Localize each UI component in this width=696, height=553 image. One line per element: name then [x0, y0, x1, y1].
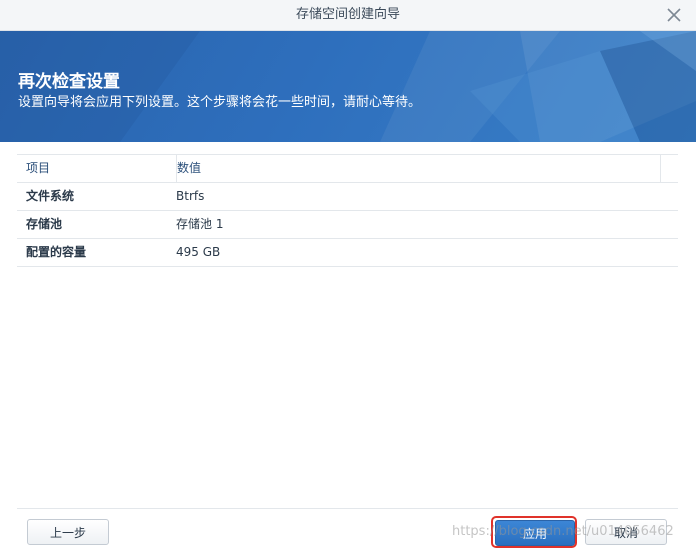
back-button[interactable]: 上一步 — [27, 519, 109, 545]
row-item-label: 存储池 — [26, 217, 63, 231]
apply-highlight-box — [491, 516, 577, 548]
table-row: 配置的容量 495 GB — [17, 239, 678, 267]
row-item-label: 文件系统 — [26, 189, 75, 203]
table-row: 存储池 存储池 1 — [17, 211, 678, 239]
row-item-label: 配置的容量 — [26, 245, 87, 259]
header-value[interactable]: 数值 — [177, 155, 661, 182]
header-item[interactable]: 项目 — [17, 155, 177, 182]
banner-heading: 再次检查设置 — [18, 72, 120, 92]
wizard-banner: 再次检查设置 设置向导将会应用下列设置。这个步骤将会花一些时间，请耐心等待。 — [0, 31, 696, 142]
table-header: 项目 数值 — [17, 155, 678, 183]
table-row: 文件系统 Btrfs — [17, 183, 678, 211]
cancel-button[interactable]: 取消 — [585, 519, 667, 545]
close-icon[interactable] — [664, 5, 684, 25]
row-item-value: Btrfs — [176, 189, 205, 203]
storage-wizard-window: 存储空间创建向导 再次检查设置 设置向导将会应用下列设置。这个步骤将会花一些时间… — [0, 0, 696, 553]
title-bar: 存储空间创建向导 — [0, 0, 696, 31]
row-item-value: 存储池 1 — [176, 217, 224, 231]
row-item-value: 495 GB — [176, 245, 221, 259]
settings-table: 项目 数值 文件系统 Btrfs 存储池 存储池 1 配置的容量 495 GB — [17, 154, 678, 267]
footer-divider — [17, 508, 678, 509]
window-title: 存储空间创建向导 — [295, 7, 400, 22]
banner-subtitle: 设置向导将会应用下列设置。这个步骤将会花一些时间，请耐心等待。 — [18, 95, 422, 110]
